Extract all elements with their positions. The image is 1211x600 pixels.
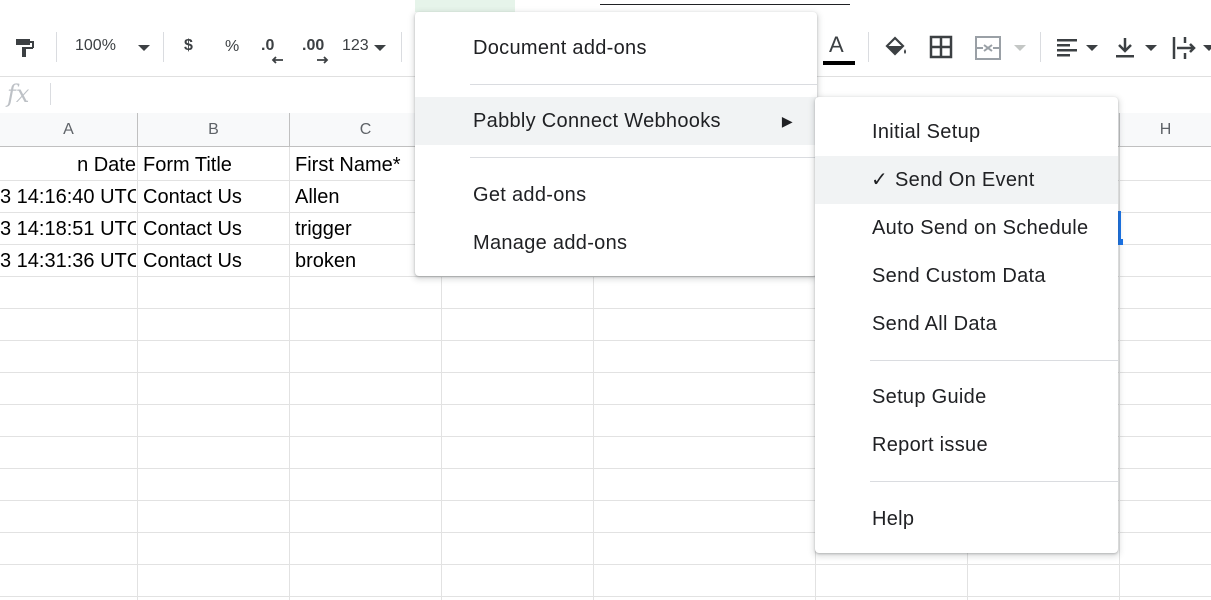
grid-line xyxy=(0,596,1211,597)
menu-item-label: Initial Setup xyxy=(872,121,981,143)
cell-a3[interactable]: 3 14:18:51 UTC xyxy=(0,213,136,245)
fx-icon: fx xyxy=(7,80,30,108)
text-wrap-dropdown-icon[interactable] xyxy=(1202,43,1211,53)
arrow-left-icon xyxy=(271,56,283,64)
menu-item-manage-addons[interactable]: Manage add-ons xyxy=(415,219,817,267)
cell-b3[interactable]: Contact Us xyxy=(143,213,287,245)
submenu-item-auto-send-on-schedule[interactable]: Auto Send on Schedule xyxy=(815,204,1118,252)
submenu-item-initial-setup[interactable]: Initial Setup xyxy=(815,108,1118,156)
toolbar-separator xyxy=(868,32,869,62)
menu-item-label: Document add-ons xyxy=(473,37,647,59)
formula-bar-separator xyxy=(50,83,51,105)
menu-divider xyxy=(470,84,817,85)
menu-item-label: Report issue xyxy=(872,434,988,456)
menu-item-label: Send All Data xyxy=(872,313,998,335)
menu-item-label: Auto Send on Schedule xyxy=(872,217,1089,239)
more-formats-button[interactable]: 123 xyxy=(342,37,369,55)
active-menu-tab xyxy=(415,0,515,12)
submenu-arrow-icon: ▶ xyxy=(781,113,793,129)
merge-cells-icon[interactable] xyxy=(975,36,1001,60)
text-color-swatch xyxy=(823,61,855,65)
submenu-item-report-issue[interactable]: Report issue xyxy=(815,421,1118,469)
cell-b4[interactable]: Contact Us xyxy=(143,245,287,277)
pabbly-submenu: Initial Setup ✓ Send On Event Auto Send … xyxy=(815,97,1118,553)
checkmark-icon: ✓ xyxy=(871,169,889,191)
vertical-align-icon[interactable] xyxy=(1114,36,1136,60)
cell-a1[interactable]: n Date xyxy=(0,149,136,181)
align-icon[interactable] xyxy=(1056,38,1078,58)
submenu-item-send-all-data[interactable]: Send All Data xyxy=(815,300,1118,348)
arrow-right-icon xyxy=(317,56,329,64)
merge-dropdown-icon[interactable] xyxy=(1013,43,1027,53)
toolbar-separator xyxy=(163,32,164,62)
menu-item-label: Get add-ons xyxy=(473,184,587,206)
cell-a4[interactable]: 3 14:31:36 UTC xyxy=(0,245,136,277)
menu-item-label: Setup Guide xyxy=(872,386,987,408)
cell-a2[interactable]: 3 14:16:40 UTC xyxy=(0,181,136,213)
paint-format-icon[interactable] xyxy=(13,36,37,60)
increase-decimal-button[interactable]: .00 xyxy=(302,37,324,55)
submenu-item-send-on-event[interactable]: ✓ Send On Event xyxy=(815,156,1118,204)
column-header-h[interactable]: H xyxy=(1120,113,1211,147)
percent-button[interactable]: % xyxy=(225,38,239,56)
addons-menu: Document add-ons Pabbly Connect Webhooks… xyxy=(415,12,817,276)
zoom-dropdown-icon[interactable] xyxy=(137,43,151,53)
title-underline xyxy=(600,4,850,5)
toolbar-separator xyxy=(401,32,402,62)
vertical-align-dropdown-icon[interactable] xyxy=(1144,43,1158,53)
currency-button[interactable]: $ xyxy=(184,37,193,55)
column-header-b[interactable]: B xyxy=(138,113,290,147)
more-formats-dropdown-icon[interactable] xyxy=(373,43,387,53)
menu-item-label: Send Custom Data xyxy=(872,265,1046,287)
text-color-button[interactable]: A xyxy=(829,32,844,58)
submenu-item-send-custom-data[interactable]: Send Custom Data xyxy=(815,252,1118,300)
grid-line xyxy=(0,564,1211,565)
fill-color-icon[interactable] xyxy=(883,34,909,60)
menu-divider xyxy=(470,157,817,158)
column-header-a[interactable]: A xyxy=(0,113,138,147)
menu-item-get-addons[interactable]: Get add-ons xyxy=(415,171,817,219)
menu-item-label: Manage add-ons xyxy=(473,232,628,254)
submenu-item-help[interactable]: Help xyxy=(815,495,1118,543)
submenu-item-setup-guide[interactable]: Setup Guide xyxy=(815,373,1118,421)
toolbar-separator xyxy=(56,32,57,62)
align-dropdown-icon[interactable] xyxy=(1085,43,1099,53)
menu-divider xyxy=(870,481,1118,482)
menu-item-document-addons[interactable]: Document add-ons xyxy=(415,24,817,72)
cell-b1[interactable]: Form Title xyxy=(143,149,287,181)
menu-item-label: Pabbly Connect Webhooks xyxy=(473,110,721,132)
menu-item-pabbly-connect-webhooks[interactable]: Pabbly Connect Webhooks ▶ xyxy=(415,97,817,145)
cell-b2[interactable]: Contact Us xyxy=(143,181,287,213)
borders-icon[interactable] xyxy=(929,35,953,59)
decrease-decimal-button[interactable]: .0 xyxy=(261,37,274,55)
zoom-value[interactable]: 100% xyxy=(75,37,116,55)
menu-divider xyxy=(870,360,1118,361)
text-wrap-icon[interactable] xyxy=(1172,35,1198,61)
menu-item-label: Help xyxy=(872,508,915,530)
menu-item-label: Send On Event xyxy=(895,169,1035,191)
toolbar-separator xyxy=(1040,32,1041,62)
